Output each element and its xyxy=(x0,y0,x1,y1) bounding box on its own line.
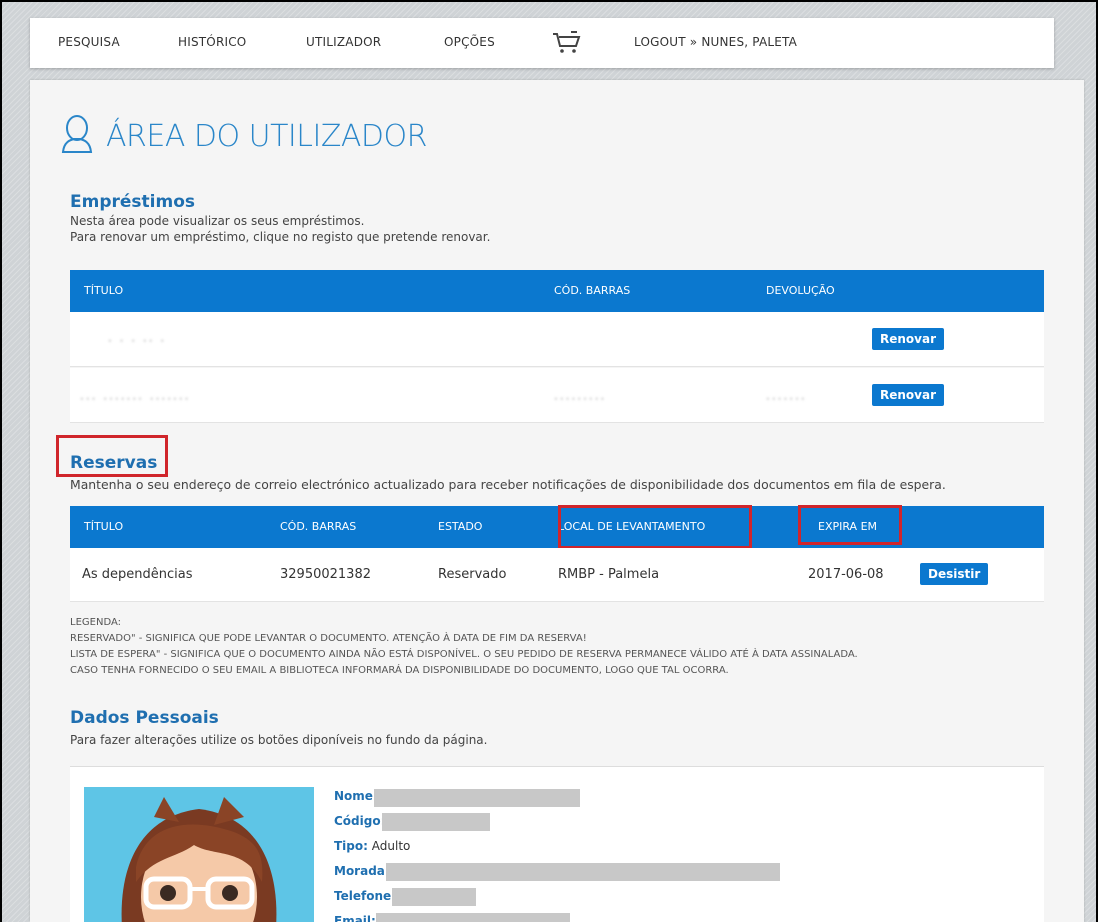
loan-due-redacted: ······· xyxy=(766,392,807,406)
redacted-value xyxy=(392,888,476,906)
main-content: ÁREA DO UTILIZADOR Empréstimos Nesta áre… xyxy=(30,80,1084,922)
field-label: Email: xyxy=(334,914,376,922)
col-devolucao: DEVOLUÇÃO xyxy=(766,284,835,297)
highlight-box xyxy=(798,505,902,545)
nav-utilizador[interactable]: UTILIZADOR xyxy=(306,35,381,49)
user-icon xyxy=(60,114,94,158)
redacted-value xyxy=(386,863,780,881)
col-estado: ESTADO xyxy=(438,520,483,533)
reservas-title: Reservas xyxy=(70,453,158,473)
field-nome: Nome: xyxy=(334,789,378,803)
reserva-title: As dependências xyxy=(82,567,193,582)
field-telefone: Telefone: xyxy=(334,889,396,903)
redacted-value xyxy=(382,813,490,831)
reserva-location: RMBP - Palmela xyxy=(558,567,660,582)
field-value: Adulto xyxy=(371,839,411,853)
table-row[interactable]: ··· ······· ······· ········· ······· Re… xyxy=(70,368,1044,423)
legend-line-3: CASO TENHA FORNECIDO O SEU EMAIL A BIBLI… xyxy=(70,665,729,676)
col-titulo: TÍTULO xyxy=(84,284,124,297)
col-titulo: TÍTULO xyxy=(84,520,124,533)
avatar xyxy=(84,787,314,922)
legend-label: LEGENDA: xyxy=(70,617,121,628)
renovar-button[interactable]: Renovar xyxy=(872,384,945,406)
page-title-text: ÁREA DO UTILIZADOR xyxy=(106,118,427,154)
field-label: Nome: xyxy=(334,789,378,803)
reserva-status: Reservado xyxy=(438,567,507,582)
emprestimos-title: Empréstimos xyxy=(70,192,195,212)
redacted-value xyxy=(374,789,580,807)
top-navbar: PESQUISA HISTÓRICO UTILIZADOR OPÇÕES LOG… xyxy=(30,18,1054,68)
field-morada: Morada: xyxy=(334,864,390,878)
profile-card: Nome: Código: Tipo: Adulto Morada: Telef… xyxy=(70,766,1044,922)
reserva-barcode: 32950021382 xyxy=(280,567,371,582)
loan-title-redacted: · · · ·· · xyxy=(108,334,167,348)
emprestimos-desc-2: Para renovar um empréstimo, clique no re… xyxy=(70,230,491,244)
reservas-desc: Mantenha o seu endereço de correio elect… xyxy=(70,477,946,492)
loan-barcode-redacted: ········· xyxy=(554,392,607,406)
renovar-button[interactable]: Renovar xyxy=(872,328,945,350)
nav-opcoes[interactable]: OPÇÕES xyxy=(444,35,495,49)
redacted-value xyxy=(376,913,570,922)
field-label: Código: xyxy=(334,814,386,828)
highlight-box xyxy=(558,505,752,549)
reserva-expires: 2017-06-08 xyxy=(808,567,884,582)
field-email: Email: xyxy=(334,914,376,922)
field-label: Telefone: xyxy=(334,889,396,903)
loan-title-redacted: ··· ······· ······· xyxy=(80,392,191,406)
nav-historico[interactable]: HISTÓRICO xyxy=(178,35,246,49)
emprestimos-table-header: TÍTULO CÓD. BARRAS DEVOLUÇÃO xyxy=(70,270,1044,312)
table-row[interactable]: · · · ·· · Renovar xyxy=(70,312,1044,367)
shopping-cart-icon[interactable] xyxy=(551,30,581,56)
page-title: ÁREA DO UTILIZADOR xyxy=(60,114,427,158)
nav-pesquisa[interactable]: PESQUISA xyxy=(58,35,120,49)
field-label: Tipo: xyxy=(334,839,368,853)
table-row[interactable]: As dependências 32950021382 Reservado RM… xyxy=(70,548,1044,602)
legend-line-1: RESERVADO" - SIGNIFICA QUE PODE LEVANTAR… xyxy=(70,633,587,644)
field-label: Morada: xyxy=(334,864,390,878)
desistir-button[interactable]: Desistir xyxy=(920,563,989,585)
legend-line-2: LISTA DE ESPERA" - SIGNIFICA QUE O DOCUM… xyxy=(70,649,858,660)
dados-title: Dados Pessoais xyxy=(70,708,219,728)
legend: LEGENDA: RESERVADO" - SIGNIFICA QUE PODE… xyxy=(70,615,1070,679)
field-codigo: Código: xyxy=(334,814,385,828)
field-tipo: Tipo: Adulto xyxy=(334,839,410,853)
emprestimos-desc-1: Nesta área pode visualizar os seus empré… xyxy=(70,214,365,228)
col-cod-barras: CÓD. BARRAS xyxy=(280,520,357,533)
dados-desc: Para fazer alterações utilize os botões … xyxy=(70,733,488,747)
logout-link[interactable]: LOGOUT » NUNES, PALETA xyxy=(634,35,797,49)
col-cod-barras: CÓD. BARRAS xyxy=(554,284,631,297)
